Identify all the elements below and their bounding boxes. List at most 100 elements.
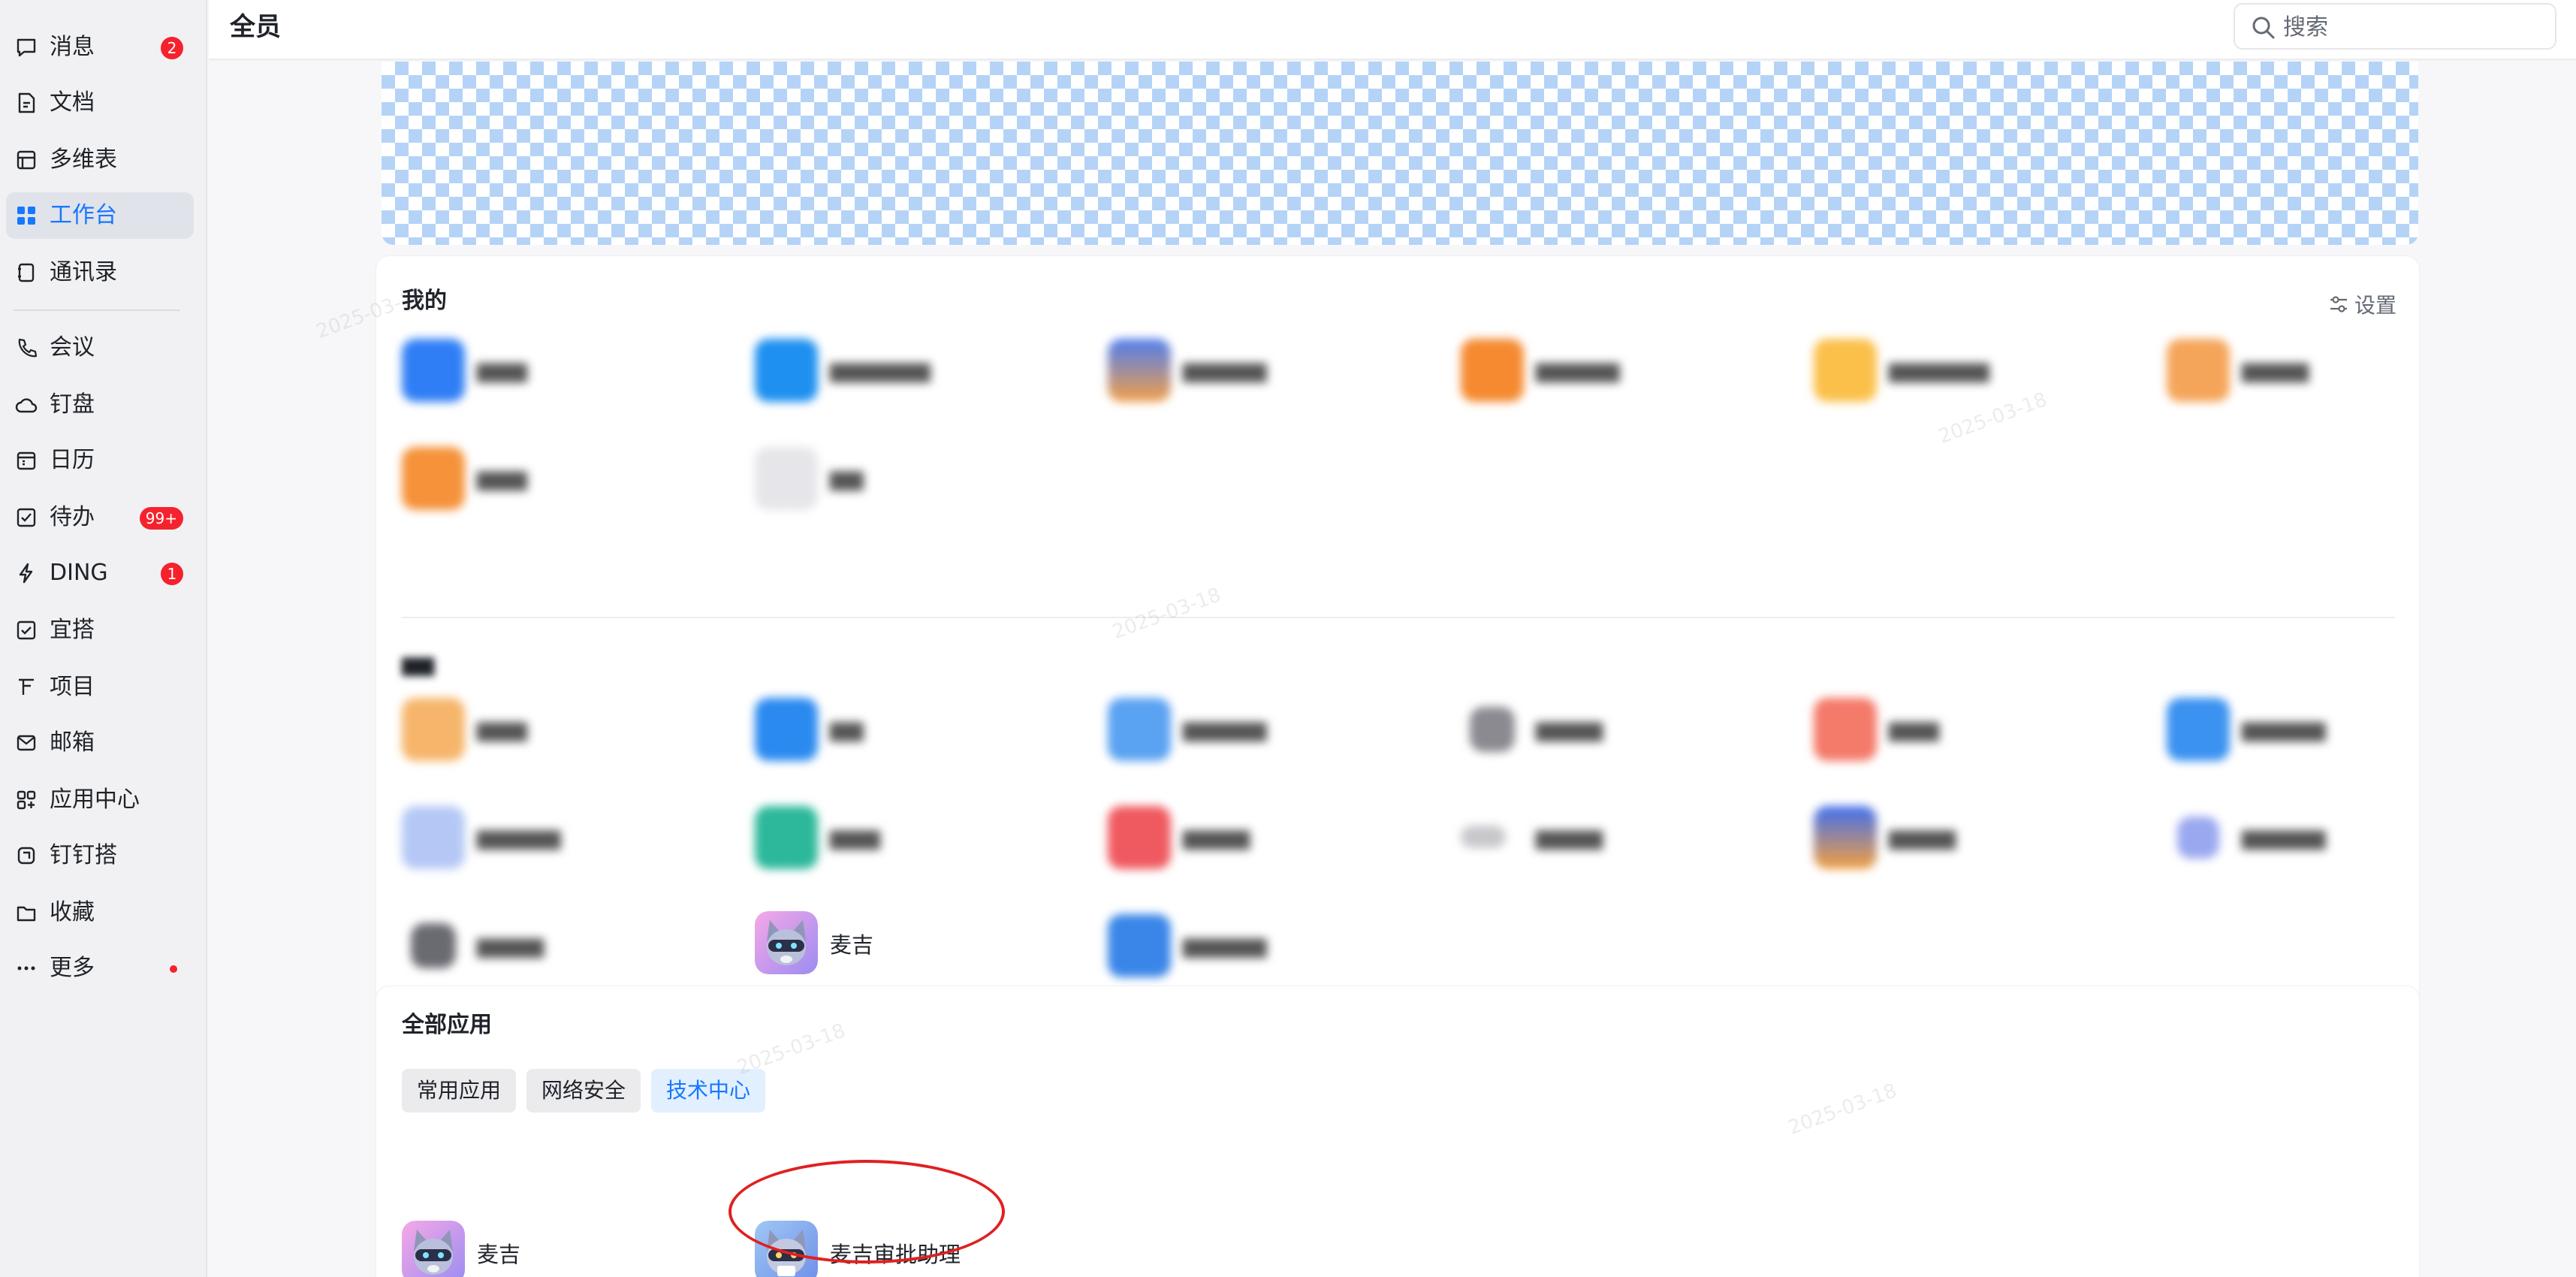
search-input[interactable] (2283, 12, 2538, 42)
sidebar-item-project[interactable]: 项目 (6, 664, 194, 711)
cloud-icon (14, 392, 39, 418)
app-tile[interactable]: ▆▆▆▆ (402, 907, 732, 982)
sidebar-divider (14, 309, 180, 311)
workbench-content: 我的 设置 ▆▆▆ ▆▆▆▆▆▆ ▆▆▆▆▆ ▆▆▆▆▆ ▆▆▆▆▆▆ ▆▆▆▆… (209, 62, 2576, 1277)
app-label-redacted: ▆▆▆▆ (1889, 824, 1956, 850)
fox-mascot-icon (755, 911, 818, 974)
notification-dot (170, 965, 177, 973)
app-tile[interactable]: ▆▆▆▆ (1814, 799, 2144, 874)
app-tile[interactable]: ▆▆ (755, 690, 1085, 765)
app-label-redacted: ▆▆▆▆▆ (2242, 716, 2326, 741)
app-tile[interactable]: ▆▆▆▆▆ (1108, 907, 1438, 982)
sidebar-item-yida[interactable]: 宜搭 (6, 607, 194, 654)
app-label-redacted: ▆▆▆▆▆▆ (830, 357, 931, 382)
grid-icon (14, 203, 39, 228)
sidebar-item-label: 会议 (50, 334, 95, 361)
app-tile[interactable]: ▆▆▆▆▆ (1108, 331, 1438, 406)
section-divider (402, 617, 2395, 618)
app-icon (1470, 707, 1515, 752)
sidebar-item-calendar[interactable]: 日历 (6, 437, 194, 484)
app-tile[interactable]: ▆▆▆▆▆▆ (1814, 331, 2144, 406)
app-label-redacted: ▆▆ (830, 716, 864, 741)
sidebar-item-app-center[interactable]: 应用中心 (6, 777, 194, 823)
unread-badge: 2 (161, 37, 183, 59)
app-tile[interactable]: ▆▆▆ (755, 799, 1085, 874)
more-icon (14, 955, 39, 981)
sidebar-item-docs[interactable]: 文档 (6, 80, 194, 126)
checkbox-icon (14, 505, 39, 530)
banner-image[interactable] (382, 62, 2418, 245)
app-label-redacted: ▆▆▆▆▆ (1183, 716, 1267, 741)
app-tile-maiji[interactable]: 麦吉 (402, 1216, 732, 1277)
sidebar-item-label: 项目 (50, 674, 95, 700)
app-icon (1461, 826, 1506, 848)
lightning-icon (14, 560, 39, 586)
top-bar: 全员 (209, 0, 2576, 60)
sidebar-item-label: 日历 (50, 447, 95, 473)
phone-icon (14, 335, 39, 361)
app-tile[interactable]: ▆▆▆▆ (1108, 799, 1438, 874)
my-apps-card: 我的 设置 ▆▆▆ ▆▆▆▆▆▆ ▆▆▆▆▆ ▆▆▆▆▆ ▆▆▆▆▆▆ ▆▆▆▆… (376, 255, 2420, 1031)
sidebar-item-favorites[interactable]: 收藏 (6, 889, 194, 936)
app-label-redacted: ▆▆▆▆ (2242, 357, 2309, 382)
app-tile[interactable]: ▆▆▆ (1814, 690, 2144, 765)
my-apps-title: 我的 (402, 288, 447, 314)
settings-button[interactable]: 设置 (2327, 289, 2397, 319)
app-tile[interactable]: ▆▆▆▆▆ (402, 799, 732, 874)
calendar-icon (14, 448, 39, 473)
app-label: 麦吉 (477, 1242, 521, 1267)
sidebar-item-label: 消息 (50, 34, 95, 60)
sidebar-item-dingtalk-builder[interactable]: 钉钉搭 (6, 832, 194, 879)
sidebar-item-ding[interactable]: DING 1 (6, 550, 194, 596)
sidebar-item-workbench[interactable]: 工作台 (6, 192, 194, 239)
app-tile[interactable]: ▆▆▆ (402, 690, 732, 765)
project-icon (14, 675, 39, 700)
app-tile[interactable]: ▆▆▆▆▆ (1108, 690, 1438, 765)
tab-common-apps[interactable]: 常用应用 (402, 1069, 517, 1112)
app-label-redacted: ▆▆▆▆ (477, 932, 544, 958)
sidebar: 消息 2 文档 多维表 工作台 通讯录 会议 钉盘 日历 待办 99+ DING… (0, 0, 207, 1277)
app-tile[interactable]: ▆▆▆▆ (1461, 799, 1791, 874)
app-icon (2177, 817, 2219, 859)
app-icon (1461, 339, 1524, 402)
app-label-redacted: ▆▆▆ (1889, 716, 1939, 741)
app-tile-maiji-approval-assistant[interactable]: 麦吉审批助理 (755, 1216, 1085, 1277)
sidebar-item-label: 邮箱 (50, 729, 95, 756)
mail-icon (14, 730, 39, 756)
app-label: 麦吉 (830, 932, 874, 958)
app-icon (402, 339, 465, 402)
app-icon (1814, 698, 1877, 761)
app-tile[interactable]: ▆▆▆ (402, 439, 732, 515)
tab-network-security[interactable]: 网络安全 (526, 1069, 641, 1112)
app-label-redacted: ▆▆▆▆▆ (2242, 824, 2326, 850)
all-apps-title: 全部应用 (402, 1012, 492, 1038)
app-icon (1108, 914, 1171, 977)
app-label-redacted: ▆▆▆ (477, 357, 527, 382)
sidebar-item-messages[interactable]: 消息 2 (6, 24, 194, 71)
search-box[interactable] (2234, 3, 2556, 50)
app-tile[interactable]: ▆▆▆▆ (2167, 331, 2497, 406)
app-tile[interactable]: ▆▆ (755, 439, 1085, 515)
form-icon (14, 617, 39, 643)
app-tile[interactable]: ▆▆▆▆ (1461, 690, 1791, 765)
sidebar-item-label: 通讯录 (50, 259, 117, 285)
sidebar-item-label: 应用中心 (50, 786, 140, 813)
app-tile[interactable]: ▆▆▆▆▆ (1461, 331, 1791, 406)
app-tile[interactable]: ▆▆▆ (402, 331, 732, 406)
fox-mascot-icon (402, 1221, 465, 1277)
sidebar-item-contacts[interactable]: 通讯录 (6, 249, 194, 296)
sidebar-item-label: 收藏 (50, 899, 95, 925)
sidebar-item-drive[interactable]: 钉盘 (6, 382, 194, 428)
sidebar-item-todo[interactable]: 待办 99+ (6, 494, 194, 541)
sidebar-item-multitable[interactable]: 多维表 (6, 137, 194, 183)
app-label-redacted: ▆▆▆▆▆ (1536, 357, 1620, 382)
app-tile[interactable]: ▆▆▆▆▆ (2167, 799, 2497, 874)
app-tile[interactable]: ▆▆▆▆▆ (2167, 690, 2497, 765)
app-tile-maiji[interactable]: 麦吉 (755, 907, 1085, 982)
tab-tech-center[interactable]: 技术中心 (651, 1069, 766, 1112)
app-icon (402, 698, 465, 761)
app-tile[interactable]: ▆▆▆▆▆▆ (755, 331, 1085, 406)
sidebar-item-more[interactable]: 更多 (6, 945, 194, 992)
sidebar-item-meeting[interactable]: 会议 (6, 325, 194, 371)
sidebar-item-mail[interactable]: 邮箱 (6, 720, 194, 766)
